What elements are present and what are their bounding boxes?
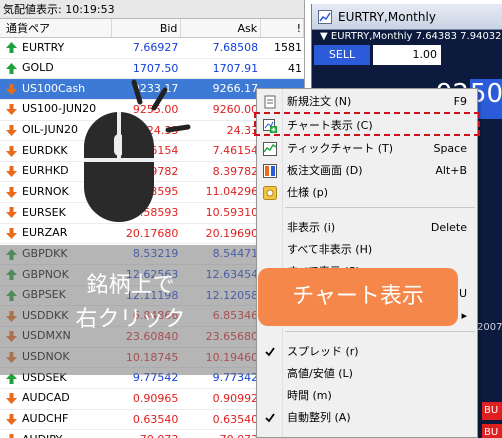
- menu-item-label: 非表示 (i): [287, 221, 336, 234]
- symbol-cell: AUDJPY: [0, 430, 112, 438]
- tick-chart-icon: [263, 142, 277, 156]
- chart-window-titlebar[interactable]: EURTRY,Monthly: [312, 4, 502, 30]
- arrow-up-icon: [6, 42, 17, 54]
- arrow-down-icon: [6, 207, 17, 219]
- checkmark-icon: [265, 347, 275, 357]
- menu-item-label: 板注文画面 (D): [287, 164, 363, 177]
- chart-window-title: EURTRY,Monthly: [338, 10, 436, 24]
- column-header-symbol[interactable]: 通貨ペア: [0, 19, 112, 37]
- ask-cell: 0.90992: [212, 391, 259, 405]
- menu-item-shortcut: Delete: [430, 221, 467, 234]
- symbol-name: EURHKD: [22, 164, 69, 178]
- bid-cell: 70.073: [112, 430, 182, 438]
- market-watch-title: 気配値表示: 10:19:53: [0, 0, 304, 19]
- highlight-chart-display: [254, 112, 480, 136]
- arrow-down-icon: [9, 434, 14, 438]
- instruction-right-click: 銘柄上で 右クリック: [28, 255, 233, 353]
- arrow-down-icon: [6, 83, 17, 95]
- menu-separator: [285, 207, 475, 208]
- menu-item-4[interactable]: 板注文画面 (D) Alt+B: [257, 160, 477, 182]
- menu-item-label: 時間 (m): [287, 389, 332, 402]
- menu-item-1[interactable]: 新規注文 (N) F9: [257, 91, 477, 113]
- specification-icon: [263, 186, 277, 200]
- instruction-line-1: 銘柄上で: [86, 273, 175, 298]
- depth-of-market-icon: [263, 164, 277, 178]
- menu-item-label: 高値/安値 (L): [287, 367, 353, 380]
- menu-item-shortcut: Alt+B: [435, 164, 467, 177]
- spread-cell: 1581: [274, 41, 302, 54]
- arrow-down-icon: [6, 186, 17, 198]
- new-order-icon: [264, 95, 276, 109]
- menu-item-shortcut: Space: [433, 142, 467, 155]
- buy-button-secondary[interactable]: BU: [482, 424, 502, 438]
- menu-item-6[interactable]: 非表示 (i) Delete: [257, 217, 477, 239]
- symbol-name: AUDCHF: [22, 412, 69, 426]
- menu-item-label: 自動整列 (A): [287, 411, 351, 424]
- menu-item-12[interactable]: 高値/安値 (L): [257, 363, 477, 385]
- symbol-name: AUDCAD: [22, 391, 70, 405]
- instruction-chart-display: チャート表示: [258, 268, 458, 326]
- ask-cell: 70.073: [181, 430, 261, 438]
- symbol-name: GOLD: [22, 61, 54, 75]
- menu-item-14[interactable]: 自動整列 (A): [257, 407, 477, 429]
- menu-item-7[interactable]: すべて非表示 (H): [257, 239, 477, 261]
- ask-cell: 0.63540: [212, 412, 259, 426]
- column-header-bid[interactable]: Bid: [112, 19, 182, 37]
- time-axis-label: 2007: [477, 322, 502, 333]
- buy-button[interactable]: BU: [482, 402, 502, 420]
- menu-item-shortcut: ▸: [461, 309, 467, 322]
- column-header-ask[interactable]: Ask: [181, 19, 262, 37]
- bid-cell: 0.63540: [132, 412, 179, 426]
- symbol-row[interactable]: EURTRY 7.66927 7.68508 1581: [0, 38, 304, 59]
- instruction-line-2: 右クリック: [75, 307, 186, 332]
- column-header-spread[interactable]: !: [261, 19, 304, 37]
- spread-cell: 41: [288, 61, 302, 75]
- symbol-name: EURTRY: [22, 40, 65, 54]
- menu-item-shortcut: F9: [453, 95, 467, 108]
- volume-value: 1.00: [412, 48, 438, 61]
- menu-item-3[interactable]: ティックチャート (T) Space: [257, 138, 477, 160]
- chart-window-icon: [318, 10, 332, 24]
- chart-symbol-info: ▼ EURTRY,Monthly 7.64383 7.94032 7: [320, 31, 502, 56]
- symbol-cell: AUDCAD: [0, 389, 112, 409]
- context-menu: 新規注文 (N) F9 チャート表示 (C) ティックチャート (T) Space 板注文…: [256, 88, 478, 438]
- arrow-down-icon: [6, 413, 17, 425]
- arrow-down-icon: [6, 228, 17, 240]
- menu-item-label: すべて非表示 (H): [287, 243, 373, 256]
- menu-item-label: スプレッド (r): [287, 345, 359, 358]
- symbol-cell: EURTRY: [0, 38, 112, 58]
- symbol-name: EURZAR: [22, 226, 68, 240]
- checkmark-icon: [265, 413, 275, 423]
- menu-separator: [285, 331, 475, 332]
- menu-item-5[interactable]: 仕様 (p): [257, 182, 477, 204]
- mouse-right-click-icon: [84, 79, 191, 222]
- arrow-down-icon: [6, 104, 17, 116]
- one-click-trading-panel: SELL 1.00: [312, 44, 502, 66]
- market-watch-header: 通貨ペア Bid Ask !: [0, 19, 304, 38]
- sell-button[interactable]: SELL: [314, 45, 370, 65]
- menu-item-11[interactable]: スプレッド (r): [257, 341, 477, 363]
- symbol-name: EURDKK: [22, 143, 68, 157]
- symbol-name: EURSEK: [22, 205, 66, 219]
- menu-item-13[interactable]: 時間 (m): [257, 385, 477, 407]
- menu-item-label: 新規注文 (N): [287, 95, 352, 108]
- symbol-name: AUDJPY: [22, 430, 62, 438]
- bid-cell: 7.66927: [132, 41, 179, 54]
- ask-cell: 7.68508: [212, 41, 259, 54]
- volume-input[interactable]: 1.00: [373, 45, 441, 65]
- bid-cell: 0.90965: [132, 391, 179, 405]
- symbol-name: EURNOK: [22, 184, 69, 198]
- menu-item-label: ティックチャート (T): [287, 142, 394, 155]
- arrow-up-icon: [6, 62, 17, 74]
- arrow-down-icon: [6, 145, 17, 157]
- menu-item-label: 仕様 (p): [287, 186, 329, 199]
- arrow-down-icon: [6, 393, 17, 405]
- arrow-down-icon: [6, 166, 17, 178]
- arrow-down-icon: [6, 124, 17, 136]
- symbol-cell: AUDCHF: [0, 410, 112, 430]
